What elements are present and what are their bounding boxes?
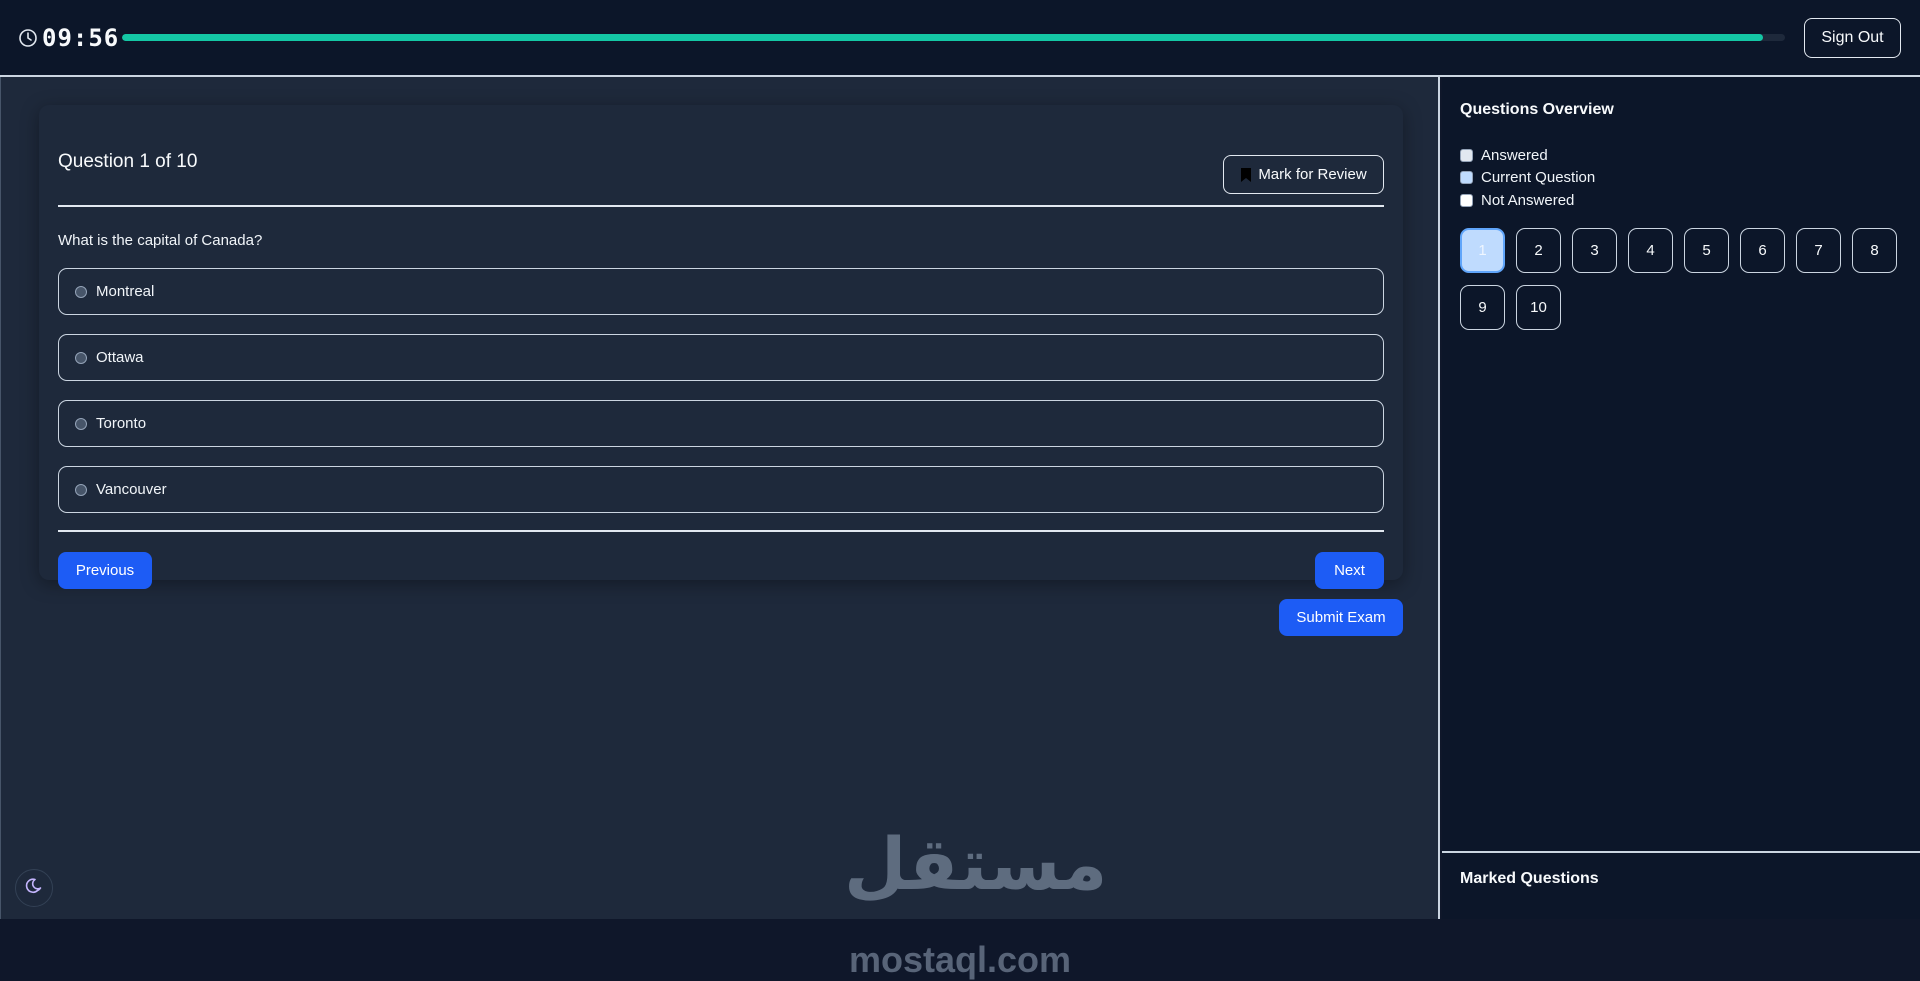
option-label: Ottawa [96,349,144,366]
answer-options: Montreal Ottawa Toronto Vancouver [58,268,1384,532]
question-text: What is the capital of Canada? [58,232,263,249]
questions-overview-title: Questions Overview [1460,101,1614,118]
timer-text: 09:56 [42,24,120,52]
legend-label: Current Question [1481,169,1596,187]
question-header: Question 1 of 10 Mark for Review [58,105,1384,207]
legend-current-question: Current Question [1460,167,1595,190]
question-number-4[interactable]: 4 [1628,228,1673,273]
submit-exam-button[interactable]: Submit Exam [1279,599,1403,636]
question-number-9[interactable]: 9 [1460,285,1505,330]
question-number-5[interactable]: 5 [1684,228,1729,273]
card-divider [58,530,1384,532]
question-number-10[interactable]: 10 [1516,285,1561,330]
time-progress-fill [122,34,1764,41]
clock-icon [18,28,38,48]
answer-option-montreal[interactable]: Montreal [58,268,1384,315]
bookmark-icon [1240,167,1252,183]
marked-questions-title: Marked Questions [1460,870,1599,887]
radio-button[interactable] [75,417,87,430]
answer-option-toronto[interactable]: Toronto [58,400,1384,447]
legend-answered: Answered [1460,144,1595,167]
question-number-6[interactable]: 6 [1740,228,1785,273]
legend-label: Answered [1481,146,1548,164]
legend-not-answered: Not Answered [1460,189,1595,212]
radio-button[interactable] [75,483,87,496]
question-number-1[interactable]: 1 [1460,228,1505,273]
question-number-grid: 1 2 3 4 5 6 7 8 9 10 [1460,228,1920,330]
watermark: مستقل mostaql.com [844,789,1108,980]
question-number-3[interactable]: 3 [1572,228,1617,273]
top-bar: 09:56 Sign Out [0,0,1920,77]
legend-swatch [1460,171,1473,185]
answer-option-vancouver[interactable]: Vancouver [58,466,1384,513]
moon-icon [25,877,43,900]
exam-main-area: Question 1 of 10 Mark for Review What is… [0,77,1440,980]
radio-button[interactable] [75,351,87,364]
legend-swatch [1460,193,1473,207]
question-number-2[interactable]: 2 [1516,228,1561,273]
mark-for-review-label: Mark for Review [1258,166,1367,183]
previous-button[interactable]: Previous [58,552,152,589]
option-label: Montreal [96,283,155,300]
option-label: Vancouver [96,481,167,498]
time-progress-bar [122,34,1785,41]
option-label: Toronto [96,415,147,432]
question-card: Question 1 of 10 Mark for Review What is… [39,105,1403,589]
question-number-8[interactable]: 8 [1852,228,1897,273]
exam-timer: 09:56 [18,24,120,52]
marked-questions-section: Marked Questions [1442,851,1920,919]
watermark-latin: mostaql.com [848,939,1072,980]
legend-label: Not Answered [1481,191,1575,209]
theme-toggle-button[interactable] [15,869,53,907]
legend-swatch [1460,148,1473,162]
next-button[interactable]: Next [1315,552,1384,589]
radio-button[interactable] [75,285,87,298]
status-legend: Answered Current Question Not Answered [1460,144,1595,212]
answer-option-ottawa[interactable]: Ottawa [58,334,1384,381]
question-title: Question 1 of 10 [58,151,198,172]
questions-sidebar: Questions Overview Answered Current Ques… [1442,77,1920,919]
mark-for-review-button[interactable]: Mark for Review [1223,155,1384,194]
question-number-7[interactable]: 7 [1796,228,1841,273]
watermark-arabic: مستقل [844,822,1108,906]
sign-out-button[interactable]: Sign Out [1804,18,1901,58]
